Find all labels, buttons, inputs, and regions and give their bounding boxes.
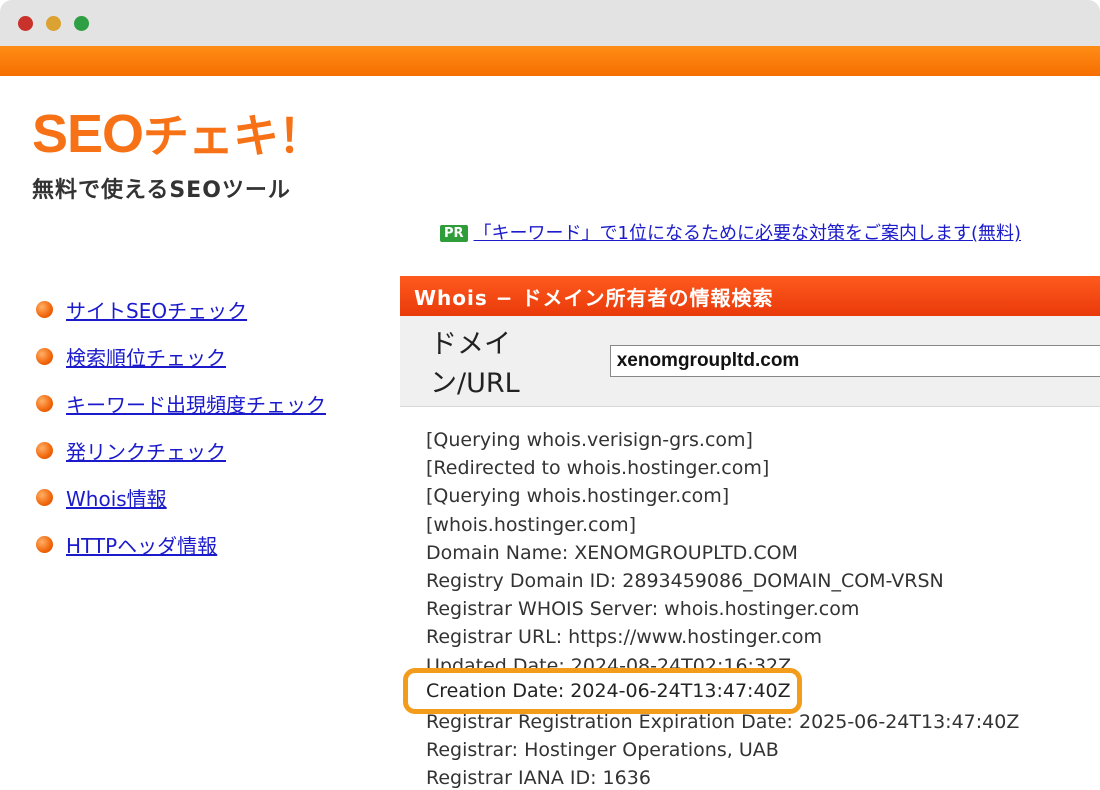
title-bar — [0, 0, 1100, 46]
sidebar-item-label[interactable]: Whois情報 — [66, 483, 167, 512]
sidebar-item-keyword-density[interactable]: キーワード出現頻度チェック — [36, 380, 326, 427]
bullet-icon — [36, 348, 53, 365]
result-line: [Querying whois.verisign-grs.com] — [426, 429, 753, 451]
sidebar-item-http-headers[interactable]: HTTPヘッダ情報 — [36, 521, 326, 568]
close-window-button[interactable] — [18, 16, 33, 31]
search-row: ドメイン/URL — [400, 316, 1100, 407]
result-line: Registry Domain ID: 2893459086_DOMAIN_CO… — [426, 569, 944, 592]
panel-title: Whois − ドメイン所有者の情報検索 — [400, 276, 1100, 316]
result-line: Registrar: Hostinger Operations, UAB — [426, 739, 779, 762]
logo-text: SEO — [32, 104, 144, 164]
pr-badge: PR — [440, 225, 468, 242]
bullet-icon — [36, 536, 53, 553]
sidebar-item-label[interactable]: 検索順位チェック — [66, 342, 226, 371]
minimize-window-button[interactable] — [46, 16, 61, 31]
result-line: [Redirected to whois.hostinger.com] — [426, 457, 770, 480]
site-tagline: 無料で使えるSEOツール — [32, 178, 291, 203]
domain-input[interactable] — [609, 345, 1100, 377]
result-line: Registrar IANA ID: 1636 — [426, 767, 651, 790]
bullet-icon — [36, 442, 53, 459]
sidebar-item-site-seo-check[interactable]: サイトSEOチェック — [36, 286, 326, 333]
pr-link[interactable]: 「キーワード」で1位になるために必要な対策をご案内します(無料) — [474, 223, 1022, 244]
maximize-window-button[interactable] — [74, 16, 89, 31]
result-line: Registrar WHOIS Server: whois.hostinger.… — [426, 598, 860, 621]
sidebar-item-whois[interactable]: Whois情報 — [36, 474, 326, 521]
browser-window: SEOチェキ！ 無料で使えるSEOツール PR 「キーワード」で1位になるために必… — [0, 0, 1100, 790]
logo-kana: チェキ！ — [143, 109, 324, 163]
result-line: Domain Name: XENOMGROUPLTD.COM — [426, 541, 798, 564]
sidebar-item-label[interactable]: 発リンクチェック — [66, 436, 226, 465]
sidebar-item-label[interactable]: キーワード出現頻度チェック — [66, 389, 326, 418]
sidebar-item-label[interactable]: サイトSEOチェック — [66, 295, 247, 324]
sidebar-item-rank-check[interactable]: 検索順位チェック — [36, 333, 326, 380]
result-line: Registrar URL: https://www.hostinger.com — [426, 626, 822, 649]
pr-banner: PR 「キーワード」で1位になるために必要な対策をご案内します(無料) — [440, 219, 1021, 245]
site-logo[interactable]: SEOチェキ！ — [32, 104, 324, 166]
sidebar-item-label[interactable]: HTTPヘッダ情報 — [66, 530, 217, 559]
whois-results: [Querying whois.verisign-grs.com] [Redir… — [426, 426, 1019, 790]
creation-date-highlight: Creation Date: 2024-06-24T13:47:40Z — [403, 668, 802, 714]
search-label: ドメイン/URL — [430, 329, 520, 399]
sidebar-nav: サイトSEOチェック 検索順位チェック キーワード出現頻度チェック 発リンクチェ… — [36, 286, 326, 568]
result-line: [Querying whois.hostinger.com] — [426, 485, 730, 508]
site-top-bar — [0, 46, 1100, 76]
sidebar-item-outbound-links[interactable]: 発リンクチェック — [36, 427, 326, 474]
result-line: [whois.hostinger.com] — [426, 513, 637, 536]
bullet-icon — [36, 301, 53, 318]
bullet-icon — [36, 395, 53, 412]
bullet-icon — [36, 489, 53, 506]
